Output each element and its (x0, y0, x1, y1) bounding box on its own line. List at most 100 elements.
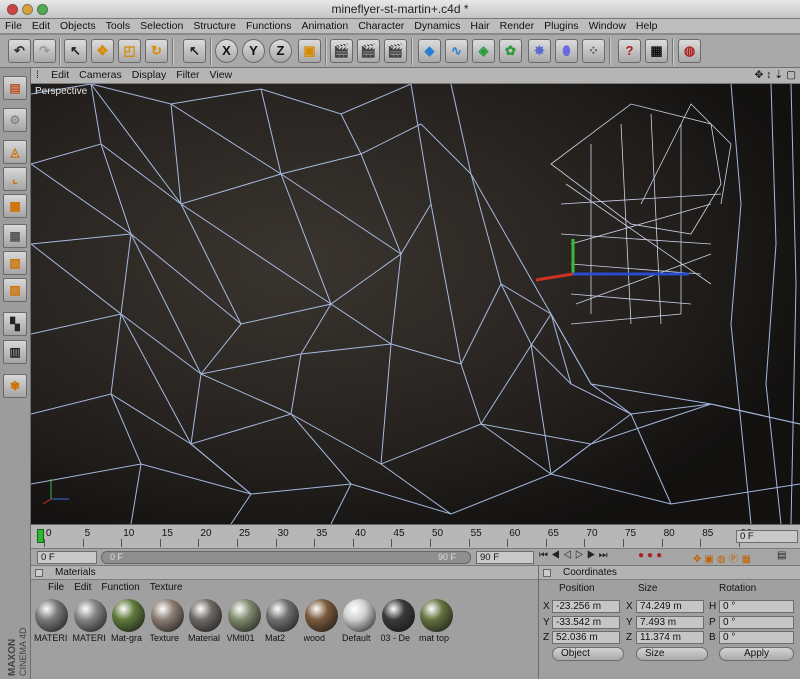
render-picture-viewer-icon[interactable]: 🎬 (357, 39, 380, 63)
zoom-window-button[interactable] (37, 4, 48, 15)
material-swatch[interactable]: Mat-gra (111, 598, 146, 644)
deformer-icon[interactable]: ✸ (528, 39, 551, 63)
coordinates-panel-toggle[interactable] (543, 569, 551, 577)
material-swatch[interactable]: Material (188, 598, 223, 644)
viewport-menu-view[interactable]: View (205, 68, 238, 83)
materials-menu-file[interactable]: File (43, 582, 69, 593)
uv-polygons-icon[interactable]: ▨ (3, 278, 27, 302)
end-frame-field[interactable]: 90 F (476, 551, 534, 564)
material-swatch[interactable]: VMtl01 (227, 598, 262, 644)
rotate-tool-icon[interactable]: ↻ (145, 39, 168, 63)
menu-file[interactable]: File (0, 19, 27, 33)
apply-button[interactable]: Apply (719, 647, 794, 661)
checker-icon[interactable]: ▚ (3, 312, 27, 336)
menu-functions[interactable]: Functions (241, 19, 297, 33)
texture-mode-icon[interactable]: ▦ (3, 224, 27, 248)
spline-icon[interactable]: ∿ (445, 39, 468, 63)
record-buttons[interactable]: ●●● (638, 550, 665, 561)
position-x-field[interactable]: -23.256 m (552, 600, 620, 613)
size-z-field[interactable]: 11.374 m (636, 631, 704, 644)
timeline-ruler[interactable]: 051015202530354045505560657075808590 0 F (31, 524, 800, 548)
uv-points-icon[interactable]: ▧ (3, 251, 27, 275)
coordinate-mode-select[interactable]: Object (552, 647, 624, 661)
nurbs-icon[interactable]: ◈ (472, 39, 495, 63)
material-swatch[interactable]: Default (342, 598, 377, 644)
material-swatch[interactable]: MATERI (34, 598, 69, 644)
materials-menu-texture[interactable]: Texture (145, 582, 188, 593)
menu-structure[interactable]: Structure (188, 19, 241, 33)
viewport-menu-filter[interactable]: Filter (171, 68, 204, 83)
menu-tools[interactable]: Tools (101, 19, 136, 33)
polygons-mode-icon[interactable]: ▩ (3, 194, 27, 218)
menu-hair[interactable]: Hair (465, 19, 494, 33)
position-z-field[interactable]: 52.036 m (552, 631, 620, 644)
move-tool-icon[interactable]: ✥ (91, 39, 114, 63)
array-icon[interactable]: ✿ (499, 39, 522, 63)
edges-mode-icon[interactable]: ⌞ (3, 167, 27, 191)
model-mode-icon[interactable]: ↖ (183, 39, 206, 63)
viewport-menu-cameras[interactable]: Cameras (74, 68, 127, 83)
frame-range-slider[interactable]: 0 F 90 F (101, 551, 471, 564)
menu-objects[interactable]: Objects (55, 19, 101, 33)
menu-character[interactable]: Character (353, 19, 409, 33)
materials-menu-edit[interactable]: Edit (69, 582, 96, 593)
points-mode-icon[interactable]: ◬ (3, 140, 27, 164)
coordinate-system-icon[interactable]: ▣ (298, 39, 321, 63)
z-axis-lock-button[interactable]: Z (269, 39, 292, 63)
rotation-p-field[interactable]: 0 ° (719, 616, 794, 629)
keyframe-buttons[interactable]: ✥▣◍Ⓟ▦ (693, 550, 754, 565)
viewport-navigation-icons[interactable]: ✥ ↕ ⇣ ▢ (754, 68, 796, 83)
render-view-icon[interactable]: 🎬 (330, 39, 353, 63)
menu-selection[interactable]: Selection (135, 19, 188, 33)
menu-animation[interactable]: Animation (296, 19, 353, 33)
layout-icon[interactable]: ▤ (3, 76, 27, 100)
material-swatch[interactable]: Texture (150, 598, 185, 644)
menu-window[interactable]: Window (584, 19, 631, 33)
materials-menu-function[interactable]: Function (96, 582, 144, 593)
menu-help[interactable]: Help (631, 19, 663, 33)
rotation-h-field[interactable]: 0 ° (719, 600, 794, 613)
y-axis-lock-button[interactable]: Y (242, 39, 265, 63)
animate-icon[interactable]: ✾ (3, 374, 27, 398)
material-swatch[interactable]: Mat2 (265, 598, 300, 644)
timeline-extra-icon[interactable]: ▤ (777, 550, 786, 561)
start-frame-field[interactable]: 0 F (37, 551, 97, 564)
position-y-field[interactable]: -33.542 m (552, 616, 620, 629)
object-axis-icon[interactable]: ⚙ (3, 108, 27, 132)
menu-plugins[interactable]: Plugins (539, 19, 583, 33)
playback-buttons[interactable]: ⏮◀◁▷▶⏭ (539, 550, 611, 561)
redo-icon[interactable]: ↷ (33, 39, 56, 63)
menu-edit[interactable]: Edit (27, 19, 55, 33)
grid-icon[interactable]: ▥ (3, 340, 27, 364)
size-y-field[interactable]: 7.493 m (636, 616, 704, 629)
material-swatch[interactable]: 03 - De (381, 598, 416, 644)
viewport-menu-display[interactable]: Display (127, 68, 171, 83)
close-window-button[interactable] (7, 4, 18, 15)
perspective-viewport[interactable] (31, 84, 800, 524)
x-axis-lock-button[interactable]: X (215, 39, 238, 63)
rotation-b-field[interactable]: 0 ° (719, 631, 794, 644)
materials-panel-toggle[interactable] (35, 569, 43, 577)
scene-object-icon[interactable]: ⬮ (555, 39, 578, 63)
material-swatch[interactable]: MATERI (73, 598, 108, 644)
size-mode-select[interactable]: Size (636, 647, 708, 661)
menu-dynamics[interactable]: Dynamics (409, 19, 465, 33)
minimize-window-button[interactable] (22, 4, 33, 15)
cube-primitive-icon[interactable]: ◆ (418, 39, 441, 63)
size-x-field[interactable]: 74.249 m (636, 600, 704, 613)
playhead-marker[interactable] (37, 529, 44, 543)
menu-render[interactable]: Render (495, 19, 539, 33)
viewport-menu-edit[interactable]: Edit (46, 68, 74, 83)
web-globe-icon[interactable]: ◍ (678, 39, 701, 63)
current-frame-field[interactable]: 0 F (736, 530, 798, 543)
live-selection-icon[interactable]: ↖ (64, 39, 87, 63)
material-swatch[interactable]: mat top (419, 598, 454, 644)
undo-icon[interactable]: ↶ (8, 39, 31, 63)
material-swatch[interactable]: wood (304, 598, 339, 644)
help-icon[interactable]: ? (618, 39, 641, 63)
particle-icon[interactable]: ⁘ (582, 39, 605, 63)
table-icon[interactable]: ▦ (645, 39, 668, 63)
scale-tool-icon[interactable]: ◰ (118, 39, 141, 63)
size-header: Size (638, 583, 658, 594)
render-settings-icon[interactable]: 🎬 (384, 39, 407, 63)
